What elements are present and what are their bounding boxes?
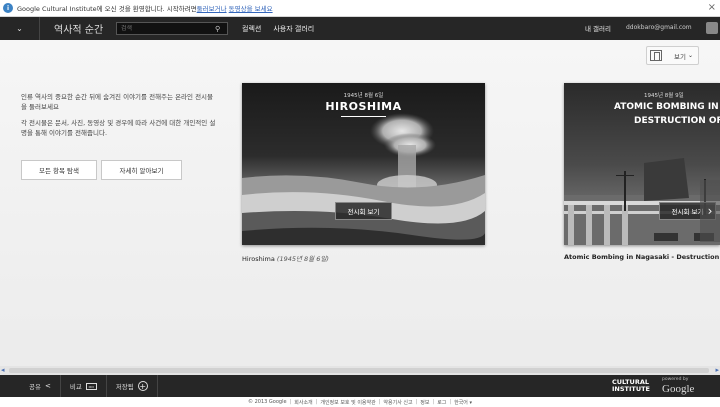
saved-button[interactable]: 저장됨 + [107, 375, 158, 397]
title-divider [341, 116, 386, 117]
logo-line-2: INSTITUTE [612, 385, 650, 393]
card-date: 1945년 8월 9일 [644, 93, 684, 99]
main-content: 보기 ⌄ 인류 역사의 중요한 순간 뒤에 숨겨진 이야기를 전해주는 온라인 … [0, 40, 720, 330]
cultural-institute-logo[interactable]: CULTURAL INSTITUTE [612, 379, 650, 393]
card-title: HIROSHIMA [325, 100, 402, 113]
chevron-down-icon[interactable]: ⌄ [0, 17, 40, 40]
view-exhibit-button[interactable]: 전시회 보기 [335, 202, 392, 220]
share-button[interactable]: 공유 < [0, 375, 61, 397]
notice-text: Google Cultural Institute에 오신 것을 환영합니다. … [17, 5, 197, 13]
card-title-line-1: ATOMIC BOMBING IN NAG [614, 102, 720, 112]
page-title: 역사적 순간 [54, 25, 104, 36]
card-caption[interactable]: Hiroshima (1945년 8월 6일) [242, 253, 329, 263]
card-date: 1945년 8월 6일 [343, 93, 384, 99]
caption-title: Hiroshima [242, 255, 275, 263]
top-navigation: ⌄ 역사적 순간 ⚲ 컬렉션 사용자 갤러리 내 갤러리 ddokbaro@gm… [0, 17, 720, 40]
card-caption[interactable]: Atomic Bombing in Nagasaki - Destruction… [564, 253, 720, 261]
saved-label: 저장됨 [115, 383, 134, 391]
search-box: ⚲ [116, 22, 228, 35]
nav-collections-link[interactable]: 컬렉션 [242, 24, 261, 34]
info-icon: i [3, 3, 13, 13]
avatar[interactable] [706, 22, 718, 34]
caption-date: (1945년 8월 6일) [276, 255, 329, 263]
footer-link[interactable]: 회사소개 [291, 399, 315, 406]
nav-user-galleries-link[interactable]: 사용자 갤러리 [273, 24, 314, 34]
my-gallery-link[interactable]: 내 갤러리 [585, 23, 611, 33]
share-icon: < [44, 382, 51, 390]
footer: © 2013 Google | 회사소개 | 개인정보 보호 및 이용약관 | … [0, 397, 720, 407]
intro-paragraph-1: 인류 역사의 중요한 순간 뒤에 숨겨진 이야기를 전해주는 온라인 전시물을 … [21, 93, 214, 111]
learn-more-button[interactable]: 자세히 알아보기 [101, 160, 182, 180]
video-link[interactable]: 동영상을 보세요 [229, 3, 273, 13]
chevron-right-icon[interactable]: › [700, 180, 720, 242]
google-logo[interactable]: Google [662, 383, 694, 395]
explore-all-button[interactable]: 모든 항목 탐색 [21, 160, 97, 180]
copyright: © 2013 Google [248, 399, 287, 405]
search-input[interactable] [117, 25, 215, 32]
exhibit-card-nagasaki[interactable]: 1945년 8월 9일 ATOMIC BOMBING IN NAG DESTRU… [564, 83, 720, 245]
compare-label: 비교 [69, 383, 82, 391]
bottom-toolbar: 공유 < 비교 ▫▫ 저장됨 + CULTURAL INSTITUTE powe… [0, 375, 720, 397]
layout-icon [650, 50, 662, 61]
search-icon[interactable]: ⚲ [215, 25, 220, 33]
account-email[interactable]: ddokbaro@gmail.com [626, 24, 692, 31]
footer-link[interactable]: 정보 [417, 399, 432, 406]
footer-link[interactable]: 약용기사 신고 [380, 399, 415, 406]
view-label: 보기 [674, 52, 686, 61]
close-icon[interactable]: × [708, 2, 716, 13]
tour-link[interactable]: 둘러보거나 [197, 3, 227, 13]
plus-icon: + [137, 381, 148, 391]
scrollbar-thumb[interactable] [9, 368, 709, 373]
scroll-left-icon[interactable]: ◂ [1, 366, 5, 374]
language-select[interactable]: 한국어 ▾ [451, 399, 475, 406]
footer-link[interactable]: 개인정보 보호 및 이용약관 [317, 399, 378, 406]
compare-button[interactable]: 비교 ▫▫ [61, 375, 107, 397]
compare-icon: ▫▫ [85, 382, 97, 390]
intro-paragraph-2: 각 전시물은 문서, 사진, 동영상 및 경우에 따라 사건에 대한 개인적인 … [21, 119, 216, 137]
welcome-notice: i Google Cultural Institute에 오신 것을 환영합니다… [0, 0, 720, 17]
intro-text: 인류 역사의 중요한 순간 뒤에 숨겨진 이야기를 전해주는 온라인 전시물을 … [21, 92, 216, 138]
powered-by-label: powered by [662, 377, 689, 382]
horizontal-scrollbar[interactable]: ◂ ▸ [0, 366, 720, 375]
card-title-line-2: DESTRUCTION OF A C [634, 116, 720, 126]
exhibit-card-hiroshima[interactable]: 1945년 8월 6일 HIROSHIMA 전시회 보기 [242, 83, 485, 245]
share-label: 공유 [29, 383, 41, 391]
footer-link[interactable]: 로그 [434, 399, 449, 406]
view-toggle-button[interactable]: 보기 ⌄ [646, 46, 699, 65]
chevron-down-icon: ⌄ [687, 52, 693, 59]
scroll-right-icon[interactable]: ▸ [715, 366, 719, 374]
